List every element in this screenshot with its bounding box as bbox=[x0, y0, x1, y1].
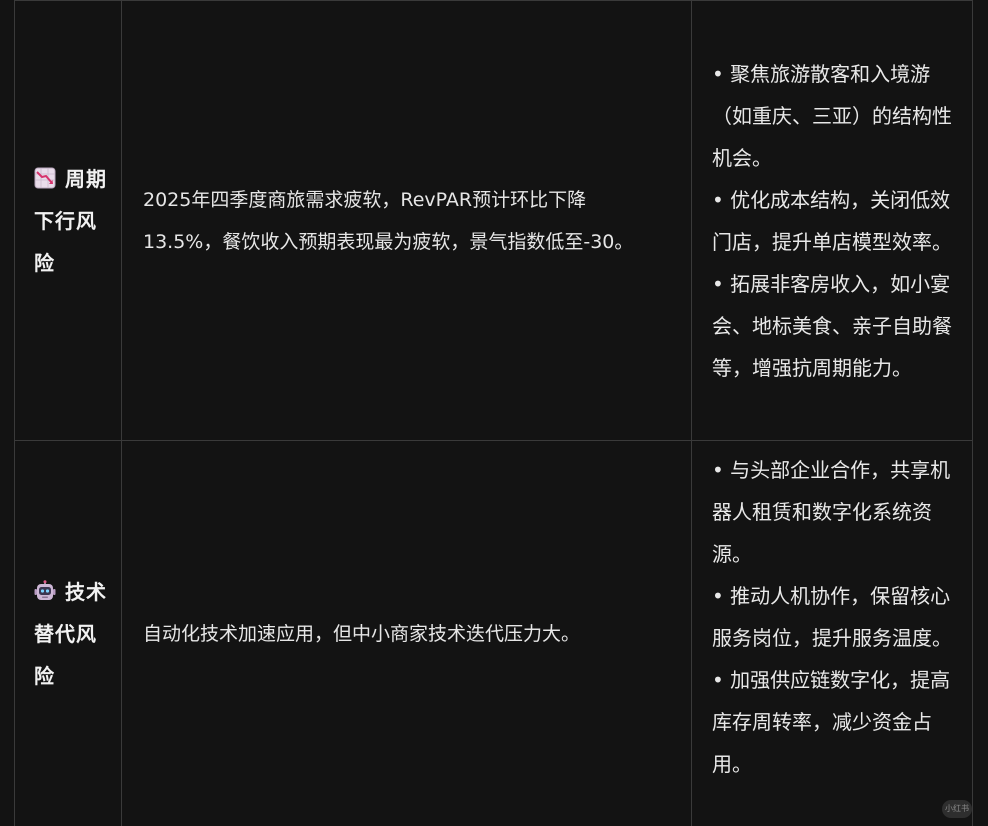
table-row-tech-risk: 技术替代风险 自动化技术加速应用，但中小商家技术迭代压力大。 • 与头部企业合作… bbox=[14, 440, 973, 826]
risk-name: 技术替代风险 bbox=[34, 571, 115, 697]
risk-description: 2025年四季度商旅需求疲软，RevPAR预计环比下降13.5%，餐饮收入预期表… bbox=[143, 188, 634, 253]
risk-description-cell: 2025年四季度商旅需求疲软，RevPAR预计环比下降13.5%，餐饮收入预期表… bbox=[121, 0, 692, 441]
risk-actions-cell: • 与头部企业合作，共享机器人租赁和数字化系统资源。 • 推动人机协作，保留核心… bbox=[691, 440, 973, 826]
watermark: 小红书 bbox=[942, 800, 972, 818]
risk-actions-cell: • 聚焦旅游散客和入境游（如重庆、三亚）的结构性机会。 • 优化成本结构，关闭低… bbox=[691, 0, 973, 441]
risk-description-cell: 自动化技术加速应用，但中小商家技术迭代压力大。 bbox=[121, 440, 692, 826]
action-item: • 优化成本结构，关闭低效门店，提升单店模型效率。 bbox=[712, 187, 952, 254]
risk-table: 周期下行风险 2025年四季度商旅需求疲软，RevPAR预计环比下降13.5%，… bbox=[14, 0, 973, 826]
action-item: • 拓展非客房收入，如小宴会、地标美食、亲子自助餐等，增强抗周期能力。 bbox=[712, 271, 952, 380]
risk-description: 自动化技术加速应用，但中小商家技术迭代压力大。 bbox=[143, 622, 581, 645]
action-item: • 聚焦旅游散客和入境游（如重庆、三亚）的结构性机会。 bbox=[712, 61, 952, 170]
table-row-cycle-risk: 周期下行风险 2025年四季度商旅需求疲软，RevPAR预计环比下降13.5%，… bbox=[14, 0, 973, 441]
action-item: • 加强供应链数字化，提高库存周转率，减少资金占用。 bbox=[712, 668, 951, 776]
risk-name: 周期下行风险 bbox=[34, 158, 115, 284]
chart-decreasing-icon bbox=[34, 167, 56, 188]
risk-name-cell: 技术替代风险 bbox=[14, 440, 122, 826]
action-item: • 与头部企业合作，共享机器人租赁和数字化系统资源。 bbox=[712, 458, 951, 566]
robot-icon bbox=[34, 579, 56, 600]
risk-name-cell: 周期下行风险 bbox=[14, 0, 122, 441]
action-item: • 推动人机协作，保留核心服务岗位，提升服务温度。 bbox=[712, 584, 952, 650]
